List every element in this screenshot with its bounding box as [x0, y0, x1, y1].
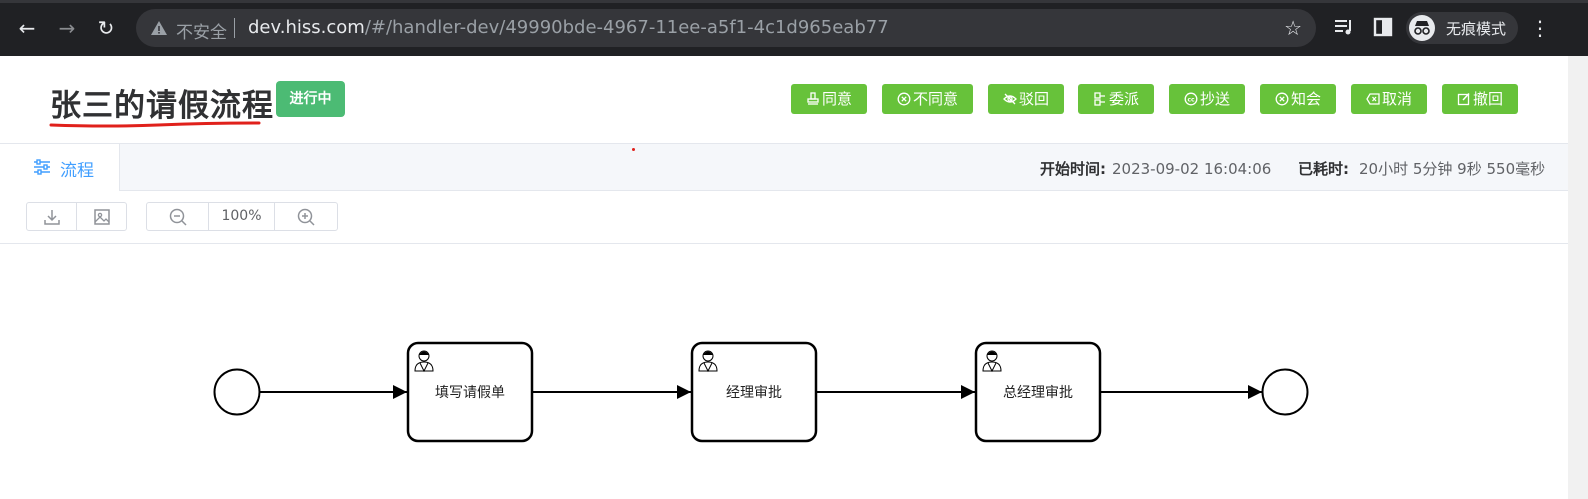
svg-text:cc: cc: [1187, 97, 1195, 104]
zoom-in-button[interactable]: [275, 203, 337, 230]
task-label: 总经理审批: [1003, 385, 1073, 401]
task-label: 填写请假单: [435, 385, 505, 401]
browser-toolbar: ← → ↻ 不安全 dev.hiss.com/#/handler-dev/499…: [0, 0, 1588, 56]
star-icon[interactable]: ☆: [1284, 16, 1302, 40]
download-icon: [43, 210, 60, 225]
start-time: 开始时间: 2023-09-02 16:04:06: [1040, 158, 1271, 179]
stray-mark: [632, 148, 635, 151]
circle-x-icon: [897, 92, 911, 106]
security-label: 不安全: [176, 23, 227, 43]
reject-label: 不同意: [912, 90, 958, 108]
notify-label: 知会: [1290, 90, 1321, 108]
stamp-icon: [807, 92, 819, 105]
delegate-button[interactable]: 委派: [1078, 84, 1154, 114]
page-scrollbar[interactable]: [1568, 56, 1588, 499]
start-event[interactable]: [213, 368, 261, 416]
reload-icon[interactable]: ↻: [93, 15, 119, 41]
tab-process-label: 流程: [60, 161, 94, 181]
task-label: 经理审批: [726, 385, 782, 401]
end-event[interactable]: [1261, 368, 1309, 416]
url-host: dev.hiss.com: [248, 17, 365, 38]
process-diagram[interactable]: 填写请假单 经理审批 总经理审批: [0, 244, 1568, 499]
cancel-label: 取消: [1381, 90, 1412, 108]
eye-off-icon: [1003, 93, 1017, 105]
elapsed-time: 已耗时: 20小时 5分钟 9秒 550毫秒: [1298, 158, 1545, 179]
cc-button[interactable]: cc 抄送: [1169, 84, 1245, 114]
address-separator: [234, 18, 235, 38]
cc-label: 抄送: [1199, 90, 1230, 108]
circle-x-icon: [1275, 92, 1289, 106]
reject-button[interactable]: 不同意: [882, 84, 973, 114]
approve-label: 同意: [821, 90, 852, 108]
return-label: 驳回: [1018, 90, 1049, 108]
zoom-in-icon: [297, 208, 315, 226]
image-icon: [93, 209, 110, 225]
download-button[interactable]: [27, 203, 77, 230]
zoom-out-icon: [169, 208, 187, 226]
incognito-badge[interactable]: 无痕模式: [1406, 12, 1518, 44]
sliders-icon: [34, 159, 50, 175]
media-icon[interactable]: [1332, 15, 1356, 39]
tab-bar: 流程 开始时间: 2023-09-02 16:04:06 已耗时: 20小时 5分钟…: [0, 143, 1568, 191]
profile-label: 无痕模式: [1446, 20, 1507, 38]
status-badge: 进行中: [276, 81, 345, 117]
url-text[interactable]: dev.hiss.com/#/handler-dev/49990bde-4967…: [248, 17, 889, 38]
sidepanel-icon[interactable]: [1371, 15, 1395, 39]
user-task[interactable]: 总经理审批: [974, 341, 1102, 443]
user-task[interactable]: 经理审批: [690, 341, 818, 443]
start-time-value: 2023-09-02 16:04:06: [1112, 160, 1272, 178]
incognito-icon: [1409, 15, 1435, 41]
return-button[interactable]: 驳回: [988, 84, 1064, 114]
elapsed-label: 已耗时:: [1298, 160, 1349, 178]
tab-process[interactable]: 流程: [0, 144, 120, 191]
withdraw-label: 撤回: [1472, 90, 1503, 108]
delegate-icon: [1094, 92, 1105, 106]
title-underline-mark: [49, 121, 261, 128]
delegate-label: 委派: [1108, 90, 1139, 108]
zoom-tool-group: 100%: [146, 202, 338, 231]
warning-icon: [151, 21, 167, 35]
tab-strip: [0, 0, 1588, 3]
menu-icon[interactable]: ⋮: [1530, 14, 1550, 42]
notify-button[interactable]: 知会: [1260, 84, 1336, 114]
start-time-label: 开始时间:: [1040, 160, 1106, 178]
address-bar[interactable]: 不安全 dev.hiss.com/#/handler-dev/49990bde-…: [136, 9, 1316, 47]
url-path: /#/handler-dev/49990bde-4967-11ee-a5f1-4…: [364, 17, 889, 38]
approve-button[interactable]: 同意: [791, 84, 867, 114]
edit-icon: [1457, 92, 1470, 106]
back-icon[interactable]: ←: [14, 15, 40, 41]
zoom-level: 100%: [209, 203, 275, 230]
withdraw-button[interactable]: 撤回: [1442, 84, 1518, 114]
forward-icon[interactable]: →: [54, 15, 80, 41]
export-tool-group: [26, 202, 127, 231]
user-task[interactable]: 填写请假单: [406, 341, 534, 443]
cc-icon: cc: [1184, 92, 1198, 106]
backspace-icon: [1366, 93, 1380, 105]
export-image-button[interactable]: [77, 203, 126, 230]
elapsed-value: 20小时 5分钟 9秒 550毫秒: [1359, 160, 1546, 178]
zoom-out-button[interactable]: [147, 203, 209, 230]
cancel-button[interactable]: 取消: [1351, 84, 1427, 114]
